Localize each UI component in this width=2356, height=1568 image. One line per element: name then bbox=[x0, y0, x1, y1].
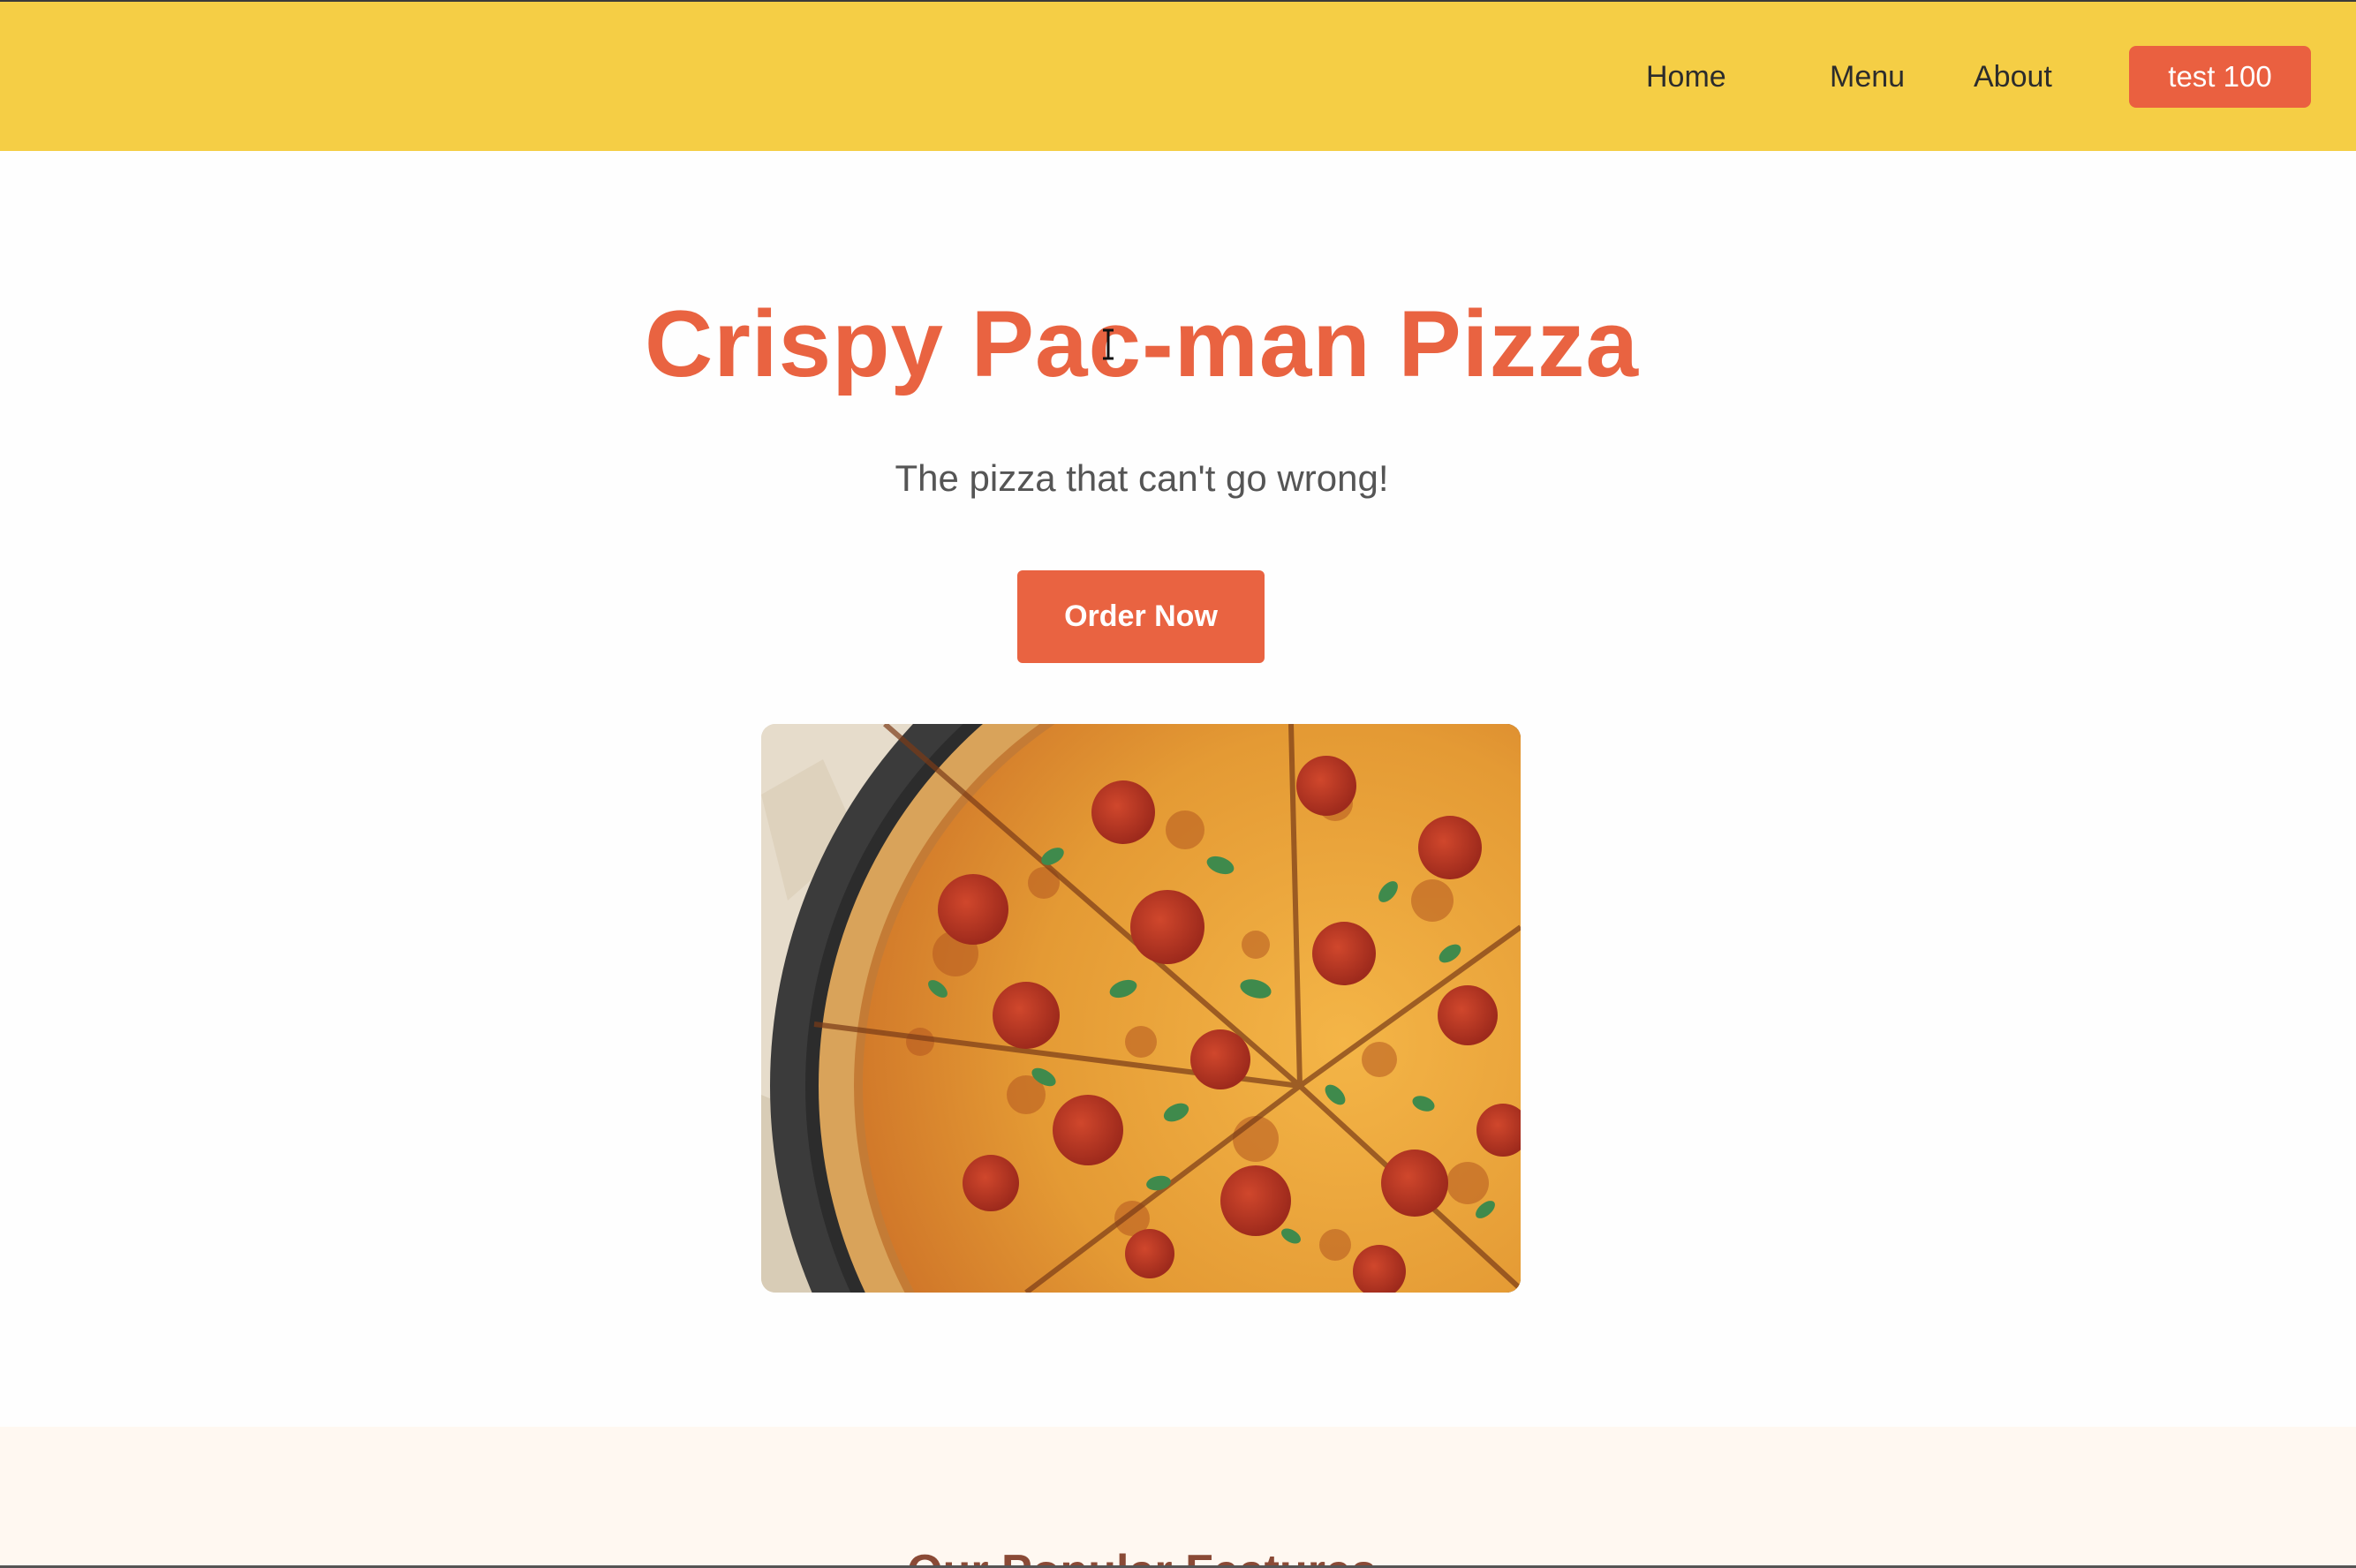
pizza-image bbox=[761, 724, 1521, 1293]
hero-title: Crispy Pac-man Pizza bbox=[644, 290, 1640, 396]
order-now-button[interactable]: Order Now bbox=[1017, 570, 1265, 663]
text-cursor-icon bbox=[1103, 328, 1114, 360]
nav-about-link[interactable]: About bbox=[1974, 60, 2052, 94]
nav-cta-button[interactable]: test 100 bbox=[2129, 46, 2311, 108]
page: Home Menu About test 100 Crispy Pac-man … bbox=[0, 0, 2356, 1568]
hero-subtitle: The pizza that can't go wrong! bbox=[895, 457, 1389, 499]
features-heading: Our Popular Features bbox=[0, 1545, 2284, 1565]
nav-menu-link[interactable]: Menu bbox=[1830, 60, 1905, 94]
site-header: Home Menu About bbox=[0, 2, 2356, 151]
nav-home-link[interactable]: Home bbox=[1646, 60, 1726, 94]
